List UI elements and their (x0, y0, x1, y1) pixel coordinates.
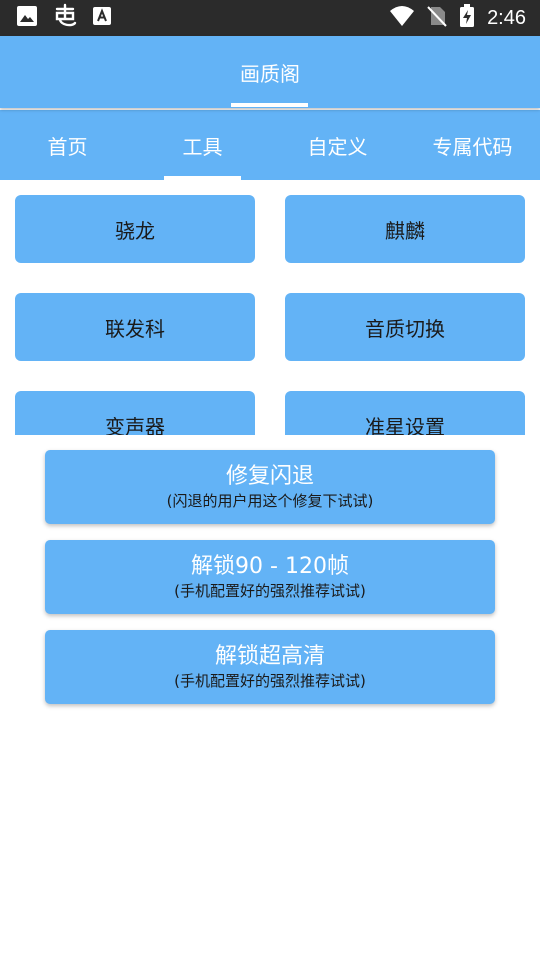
unlock-uhd-subtitle: (手机配置好的强烈推荐试试) (174, 672, 366, 690)
mediatek-button[interactable]: 联发科 (15, 293, 255, 361)
tool-grid[interactable]: 骁龙 麒麟 联发科 音质切换 变声器 准星设置 (0, 180, 540, 435)
tab-tools[interactable]: 工具 (135, 110, 270, 180)
tab-custom[interactable]: 自定义 (270, 110, 405, 180)
app-logo-icon (52, 3, 78, 33)
no-sim-icon (427, 5, 447, 31)
status-bar: 2:46 (0, 0, 540, 36)
a-box-icon (92, 6, 112, 30)
audio-quality-switch-button[interactable]: 音质切换 (285, 293, 525, 361)
status-time: 2:46 (487, 6, 526, 29)
tab-home[interactable]: 首页 (0, 110, 135, 180)
snapdragon-button[interactable]: 骁龙 (15, 195, 255, 263)
tab-exclusive-code[interactable]: 专属代码 (405, 110, 540, 180)
tab-bar: 首页 工具 自定义 专属代码 (0, 110, 540, 180)
fix-crash-title: 修复闪退 (225, 464, 314, 489)
unlock-uhd-button[interactable]: 解锁超高清 (手机配置好的强烈推荐试试) (45, 630, 495, 704)
kirin-button[interactable]: 麒麟 (285, 195, 525, 263)
voice-changer-button[interactable]: 变声器 (15, 391, 255, 435)
crosshair-settings-button[interactable]: 准星设置 (285, 391, 525, 435)
wifi-icon (389, 5, 415, 31)
page-title: 画质阁 (240, 62, 300, 86)
unlock-fps-title: 解锁90 - 120帧 (191, 554, 349, 579)
unlock-uhd-title: 解锁超高清 (214, 644, 325, 669)
unlock-fps-subtitle: (手机配置好的强烈推荐试试) (174, 582, 366, 600)
battery-charging-icon (459, 4, 475, 32)
unlock-fps-button[interactable]: 解锁90 - 120帧 (手机配置好的强烈推荐试试) (45, 540, 495, 614)
image-icon (16, 5, 38, 31)
fix-crash-subtitle: (闪退的用户用这个修复下试试) (166, 492, 374, 510)
title-bar: 画质阁 (0, 36, 540, 108)
fix-crash-button[interactable]: 修复闪退 (闪退的用户用这个修复下试试) (45, 450, 495, 524)
title-underline (231, 103, 308, 107)
